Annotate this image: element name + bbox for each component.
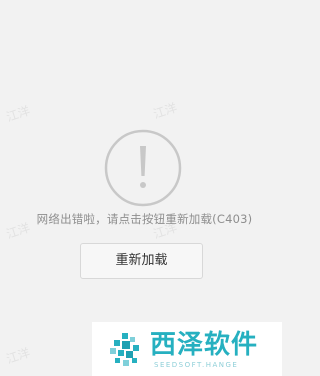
error-page: 江洋 江洋 江洋 江洋 江洋 网络出错啦，请点击按钮重新加载(C403) 重新加… — [0, 0, 289, 376]
watermark-text: 江洋 — [4, 103, 32, 125]
brand-logo-banner: 西泽软件 SEEDSOFT.HANGE — [92, 322, 282, 376]
watermark-text: 江洋 — [4, 345, 32, 367]
brand-title: 西泽软件 — [150, 330, 259, 360]
exclamation-circle-icon — [104, 129, 182, 207]
reload-button[interactable]: 重新加载 — [80, 243, 203, 279]
watermark-text: 江洋 — [151, 100, 179, 122]
brand-logo-icon — [110, 333, 139, 366]
brand-subtitle: SEEDSOFT.HANGE — [154, 361, 239, 369]
error-message: 网络出错啦，请点击按钮重新加载(C403) — [36, 212, 253, 226]
